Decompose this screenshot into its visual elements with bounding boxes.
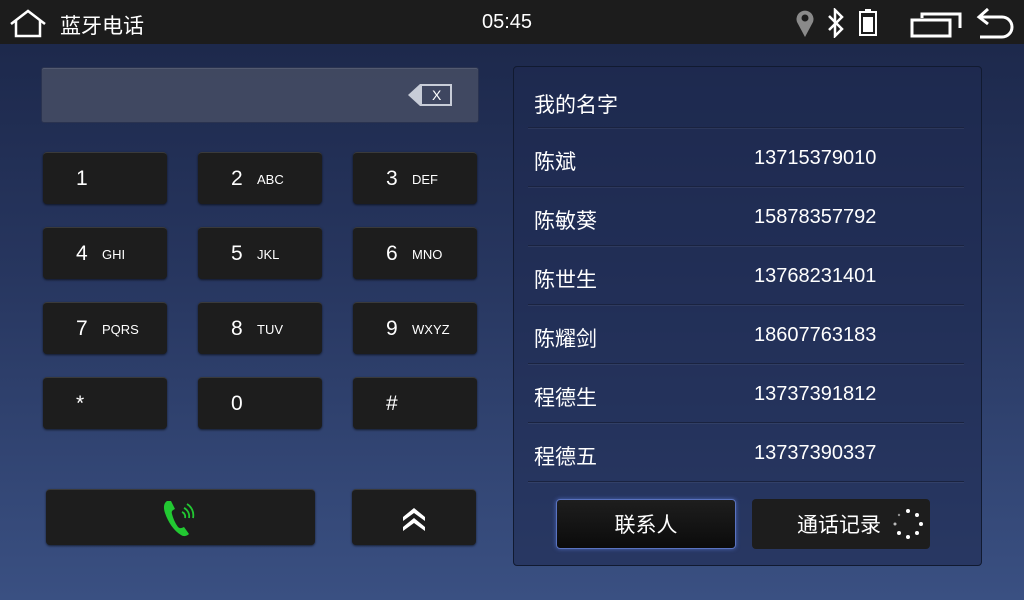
key-letters: DEF [412,172,438,187]
key-4[interactable]: 4 GHI [43,227,167,279]
key-digit: 6 [386,242,398,265]
key-digit: 4 [76,242,88,265]
key-digit: 2 [231,167,243,190]
double-chevron-up-icon [403,508,425,531]
expand-button[interactable] [352,489,476,545]
contact-row[interactable]: 陈世生 13768231401 [528,246,964,305]
status-bar: 蓝牙电话 05:45 [0,0,1024,44]
contact-row[interactable]: 程德五 13737390337 [528,423,964,482]
key-8[interactable]: 8 TUV [198,302,322,354]
contact-row[interactable]: 陈耀剑 18607763183 [528,305,964,364]
contacts-panel: 我的名字 陈斌 13715379010 陈敏葵 15878357792 陈世生 13768… [513,66,982,566]
contact-name: 陈斌 [534,151,576,174]
key-digit: * [76,392,85,415]
key-hash[interactable]: # [353,377,477,429]
key-letters: MNO [412,247,443,262]
key-5[interactable]: 5 JKL [198,227,322,279]
key-digit: 7 [76,317,88,340]
battery-icon [859,9,877,36]
key-digit: 3 [386,167,398,190]
contact-phone: 15878357792 [754,206,877,228]
key-digit: 8 [231,317,243,340]
clock: 05:45 [482,11,533,33]
contact-row[interactable]: 陈斌 13715379010 [528,128,964,187]
contact-name: 陈耀剑 [534,328,597,351]
backspace-button[interactable]: X [408,84,452,106]
key-digit: 0 [231,392,243,415]
tab-call-log[interactable]: 通话记录 [752,499,930,549]
key-letters: GHI [102,247,126,262]
key-digit: 5 [231,242,243,265]
tab-call-log-label: 通话记录 [797,514,881,537]
key-letters: WXYZ [412,322,450,337]
key-digit: # [386,392,398,415]
contact-row[interactable]: 陈敏葵 15878357792 [528,187,964,246]
backspace-icon [408,84,452,106]
back-icon[interactable] [974,6,1018,40]
contact-row[interactable]: 程德生 13737391812 [528,364,964,423]
tab-contacts-label: 联系人 [614,514,678,537]
contact-name: 陈敏葵 [534,210,597,233]
contact-phone: 13737391812 [754,383,877,405]
tab-contacts[interactable]: 联系人 [556,499,736,549]
key-digit: 1 [76,167,88,190]
call-button[interactable] [46,489,315,545]
my-name: 我的名字 [534,94,618,117]
backspace-label: X [432,87,442,103]
key-star[interactable]: * [43,377,167,429]
key-letters: JKL [257,247,280,262]
phone-call-icon [163,501,195,537]
bluetooth-icon [828,8,844,38]
location-icon [796,10,814,37]
key-1[interactable]: 1 [43,152,167,204]
key-letters: PQRS [102,322,139,337]
key-6[interactable]: 6 MNO [353,227,477,279]
key-0[interactable]: 0 [198,377,322,429]
key-2[interactable]: 2 ABC [198,152,322,204]
recent-apps-icon[interactable] [910,10,964,38]
key-9[interactable]: 9 WXYZ [353,302,477,354]
panel-header: 我的名字 [528,69,964,128]
home-icon[interactable] [8,8,48,38]
contact-phone: 18607763183 [754,324,877,346]
contact-phone: 13737390337 [754,442,877,464]
key-letters: ABC [257,172,284,187]
key-3[interactable]: 3 DEF [353,152,477,204]
key-digit: 9 [386,317,398,340]
contact-phone: 13768231401 [754,265,877,287]
loading-spinner-icon [893,509,923,539]
contact-name: 程德生 [534,387,597,410]
contact-name: 陈世生 [534,269,597,292]
app-title: 蓝牙电话 [60,15,144,38]
key-7[interactable]: 7 PQRS [43,302,167,354]
contact-phone: 13715379010 [754,147,877,169]
key-letters: TUV [257,322,283,337]
contact-name: 程德五 [534,446,597,469]
